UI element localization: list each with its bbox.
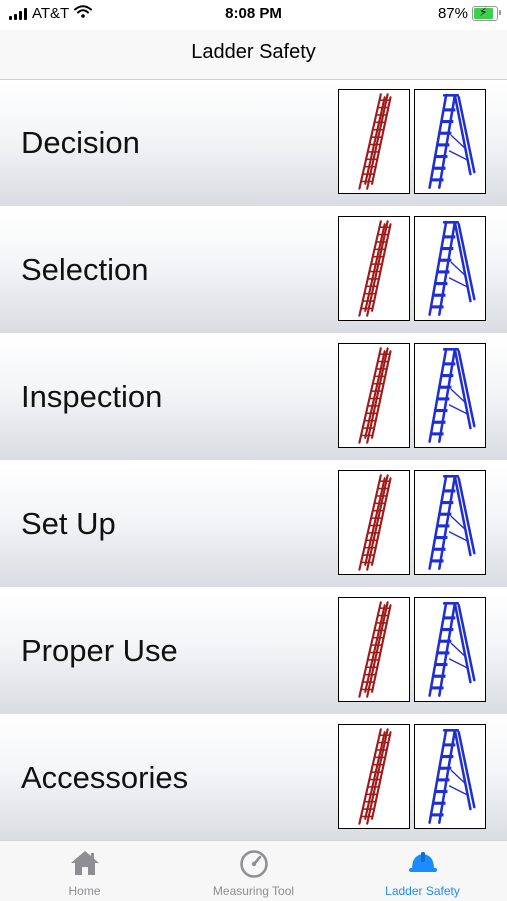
status-time: 8:08 PM [225, 5, 282, 22]
step-ladder-thumbnail [414, 470, 486, 575]
menu-item-accessories[interactable]: Accessories [0, 715, 507, 842]
menu-item-set-up[interactable]: Set Up [0, 461, 507, 588]
gauge-icon [239, 850, 268, 878]
tab-home-label: Home [68, 884, 101, 898]
menu-item-label: Inspection [21, 379, 163, 414]
step-ladder-icon [428, 602, 476, 697]
status-right: 87% ⚡ [437, 5, 501, 22]
extension-ladder-thumbnail [338, 216, 410, 321]
extension-ladder-thumbnail [338, 343, 410, 448]
menu-item-decision[interactable]: Decision [0, 80, 507, 207]
tab-measuring-tool-label: Measuring Tool [212, 884, 295, 898]
step-ladder-icon [428, 94, 476, 189]
menu-item-label: Decision [21, 125, 140, 160]
tab-home[interactable]: Home [0, 841, 169, 901]
extension-ladder-icon [358, 474, 392, 571]
step-ladder-icon [428, 221, 476, 316]
tab-measuring-tool[interactable]: Measuring Tool [169, 841, 338, 901]
step-ladder-thumbnail [414, 597, 486, 702]
menu-item-proper-use[interactable]: Proper Use [0, 588, 507, 715]
home-icon [70, 851, 99, 875]
menu-item-label: Accessories [21, 760, 189, 795]
extension-ladder-thumbnail [338, 724, 410, 829]
menu-item-label: Set Up [21, 506, 116, 541]
step-ladder-icon [428, 475, 476, 570]
extension-ladder-icon [358, 220, 392, 317]
battery-percent: 87% [437, 5, 468, 22]
extension-ladder-thumbnail [338, 470, 410, 575]
step-ladder-thumbnail [414, 724, 486, 829]
step-ladder-thumbnail [414, 216, 486, 321]
status-bar: AT&T 8:08 PM 87% ⚡ [0, 0, 507, 30]
step-ladder-icon [428, 729, 476, 824]
extension-ladder-icon [358, 93, 392, 190]
extension-ladder-icon [358, 728, 392, 825]
tab-ladder-safety[interactable]: Ladder Safety [338, 841, 507, 901]
hard-hat-icon [408, 852, 437, 872]
menu-item-label: Selection [21, 252, 149, 287]
extension-ladder-icon [358, 347, 392, 444]
step-ladder-thumbnail [414, 343, 486, 448]
navigation-bar: Ladder Safety [0, 30, 507, 80]
step-ladder-icon [428, 348, 476, 443]
menu-item-inspection[interactable]: Inspection [0, 334, 507, 461]
extension-ladder-thumbnail [338, 89, 410, 194]
menu-item-selection[interactable]: Selection [0, 207, 507, 334]
tab-bar: Home Measuring Tool Ladder Safety [0, 840, 507, 901]
page-title: Ladder Safety [191, 41, 316, 63]
menu-item-label: Proper Use [21, 633, 178, 668]
battery-charging-icon: ⚡ [472, 5, 501, 21]
extension-ladder-icon [358, 601, 392, 698]
extension-ladder-thumbnail [338, 597, 410, 702]
menu-list: Decision Selection Inspection Set Up Pro… [0, 80, 507, 842]
step-ladder-thumbnail [414, 89, 486, 194]
tab-ladder-safety-label: Ladder Safety [385, 884, 460, 898]
